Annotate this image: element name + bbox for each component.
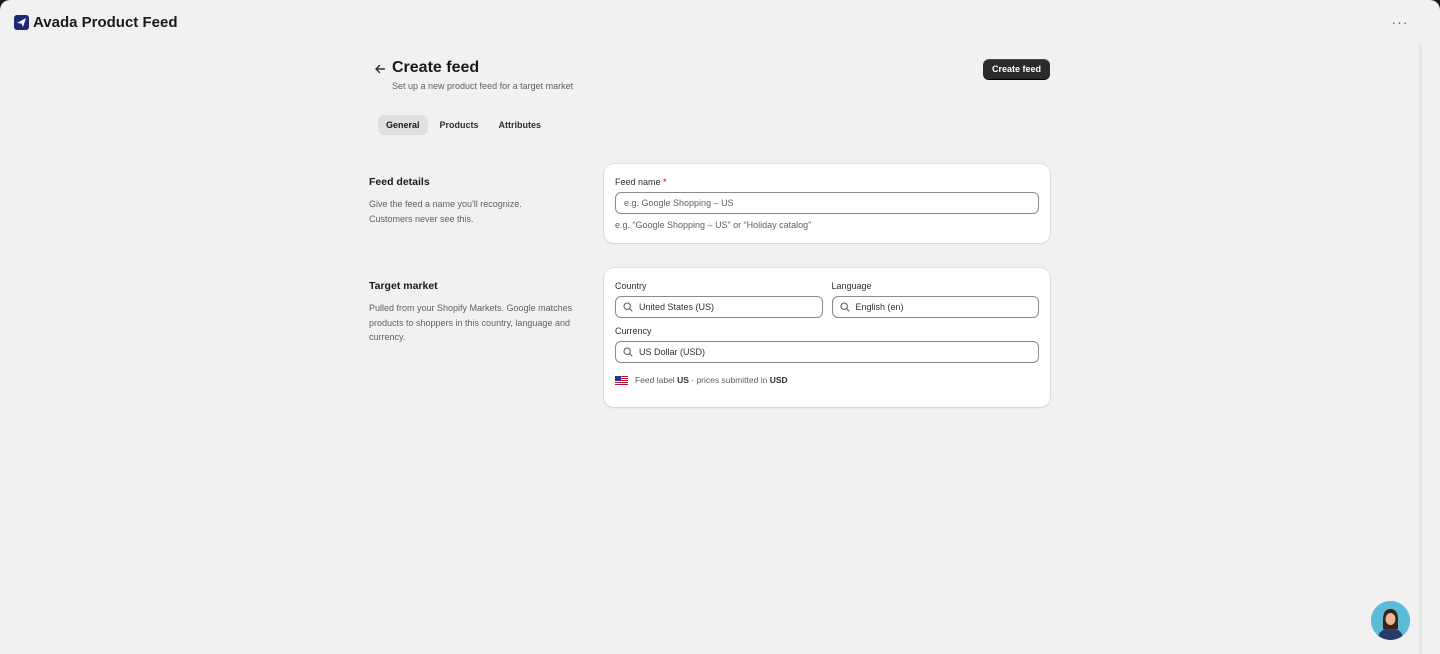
- currency-field: Currency US Dollar (USD): [615, 326, 1039, 363]
- language-value: English (en): [855, 302, 904, 312]
- country-select[interactable]: United States (US): [615, 296, 823, 318]
- app-window: Avada Product Feed ··· Create feed Set u…: [0, 0, 1440, 654]
- country-label: Country: [615, 281, 647, 291]
- currency-select[interactable]: US Dollar (USD): [615, 341, 1039, 363]
- target-market-title: Target market: [369, 280, 438, 292]
- country-language-row: Country United States (US) Language Engl…: [615, 281, 1039, 318]
- feed-label-currency: USD: [769, 375, 788, 385]
- required-mark: *: [663, 177, 667, 187]
- country-value: United States (US): [639, 302, 715, 312]
- search-icon: [623, 302, 633, 312]
- currency-value: US Dollar (USD): [639, 347, 706, 357]
- create-feed-button[interactable]: Create feed: [982, 59, 1050, 79]
- target-market-info: Target market Pulled from your Shopify M…: [369, 280, 584, 345]
- feed-name-label: Feed name *: [615, 177, 1039, 187]
- feed-details-card: Feed name * e.g. “Google Shopping – US” …: [604, 164, 1050, 243]
- feed-details-description: Give the feed a name you'll recognize. C…: [369, 199, 522, 224]
- language-select[interactable]: English (en): [831, 296, 1039, 318]
- feed-name-label-text: Feed name: [615, 177, 661, 187]
- page-subtitle: Set up a new product feed for a target m…: [392, 81, 574, 91]
- page-header: Create feed Set up a new product feed fo…: [368, 58, 1050, 98]
- target-market-card: Country United States (US) Language Engl…: [604, 268, 1050, 407]
- us-flag-icon: [615, 375, 628, 385]
- more-actions-icon[interactable]: ···: [1390, 12, 1410, 32]
- feed-label-code: US: [677, 375, 689, 385]
- feed-name-input[interactable]: [615, 192, 1039, 214]
- target-market-description: Pulled from your Shopify Markets. Google…: [369, 303, 573, 342]
- app-title: Avada Product Feed: [33, 13, 178, 31]
- tab-general[interactable]: General: [378, 115, 428, 135]
- search-icon: [839, 302, 850, 312]
- feed-label-prefix: Feed label: [635, 375, 675, 385]
- language-label: Language: [831, 281, 872, 291]
- tab-bar: General Products Attributes: [378, 115, 549, 135]
- support-avatar[interactable]: [1371, 601, 1410, 640]
- tab-products[interactable]: Products: [432, 115, 487, 135]
- feed-details-info: Feed details Give the feed a name you'll…: [369, 176, 584, 226]
- country-field: Country United States (US): [615, 281, 823, 318]
- app-logo-icon: [14, 14, 29, 30]
- feed-name-help: e.g. “Google Shopping – US” or “Holiday …: [615, 220, 812, 230]
- back-arrow-icon[interactable]: [372, 61, 388, 77]
- page-title: Create feed: [392, 59, 480, 76]
- feed-label-summary: Feed label US · prices submitted in USD: [615, 375, 1039, 385]
- scrollbar[interactable]: [1419, 44, 1422, 654]
- tab-attributes[interactable]: Attributes: [491, 115, 550, 135]
- app-topbar: Avada Product Feed ···: [0, 0, 1440, 44]
- search-icon: [623, 347, 633, 357]
- feed-details-title: Feed details: [369, 176, 430, 188]
- currency-label: Currency: [615, 326, 652, 336]
- feed-label-middle: · prices submitted in: [691, 375, 768, 385]
- language-field: Language English (en): [831, 281, 1039, 318]
